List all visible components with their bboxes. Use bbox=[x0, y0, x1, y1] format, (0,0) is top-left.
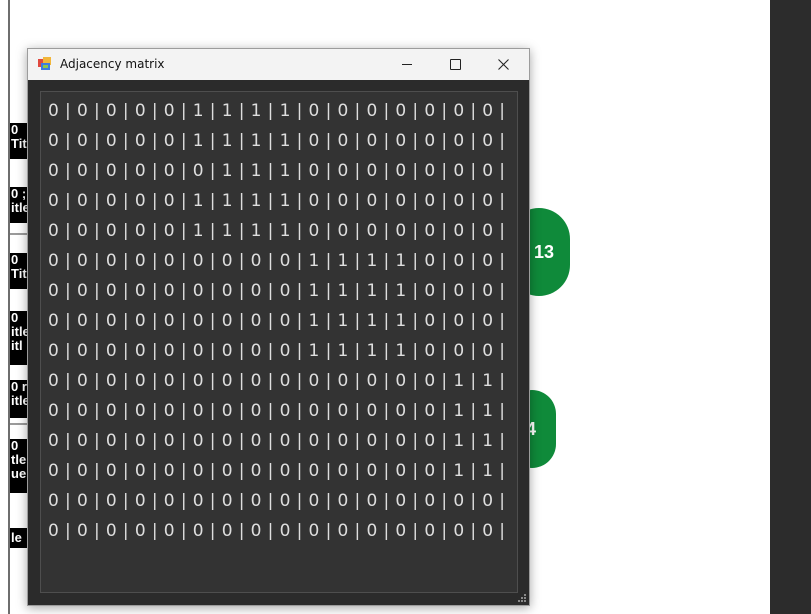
matrix-row: 0 | 0 | 0 | 0 | 0 | 1 | 1 | 1 | 1 | 0 | … bbox=[48, 131, 506, 151]
matrix-row: 0 | 0 | 0 | 0 | 0 | 0 | 1 | 1 | 1 | 0 | … bbox=[48, 161, 506, 181]
matrix-row: 0 | 0 | 0 | 0 | 0 | 1 | 1 | 1 | 1 | 0 | … bbox=[48, 191, 506, 211]
node-label: 13 bbox=[534, 241, 555, 262]
matrix-row: 0 | 0 | 0 | 0 | 0 | 0 | 0 | 0 | 0 | 0 | … bbox=[48, 371, 506, 391]
right-side-panel bbox=[770, 0, 811, 614]
matrix-row: 0 | 0 | 0 | 0 | 0 | 0 | 0 | 0 | 0 | 1 | … bbox=[48, 251, 506, 271]
matrix-row: 0 | 0 | 0 | 0 | 0 | 0 | 0 | 0 | 0 | 0 | … bbox=[48, 491, 506, 511]
maximize-button[interactable] bbox=[432, 49, 478, 80]
matrix-text-area[interactable]: 0 | 0 | 0 | 0 | 0 | 1 | 1 | 1 | 1 | 0 | … bbox=[40, 91, 518, 593]
window-title: Adjacency matrix bbox=[60, 57, 165, 71]
minimize-icon bbox=[402, 64, 412, 65]
matrix-row: 0 | 0 | 0 | 0 | 0 | 0 | 0 | 0 | 0 | 1 | … bbox=[48, 341, 506, 361]
matrix-row: 0 | 0 | 0 | 0 | 0 | 0 | 0 | 0 | 0 | 1 | … bbox=[48, 281, 506, 301]
close-icon bbox=[497, 59, 509, 70]
matrix-row: 0 | 0 | 0 | 0 | 0 | 1 | 1 | 1 | 1 | 0 | … bbox=[48, 221, 506, 241]
close-button[interactable] bbox=[480, 49, 526, 80]
matrix-row: 0 | 0 | 0 | 0 | 0 | 0 | 0 | 0 | 0 | 0 | … bbox=[48, 461, 506, 481]
adjacency-matrix: 0 | 0 | 0 | 0 | 0 | 1 | 1 | 1 | 1 | 0 | … bbox=[48, 96, 505, 546]
title-bar[interactable]: Adjacency matrix bbox=[28, 49, 529, 80]
matrix-row: 0 | 0 | 0 | 0 | 0 | 0 | 0 | 0 | 0 | 0 | … bbox=[48, 521, 506, 541]
minimize-button[interactable] bbox=[384, 49, 430, 80]
resize-grip-icon[interactable] bbox=[517, 593, 527, 603]
maximize-icon bbox=[449, 59, 461, 70]
matrix-row: 0 | 0 | 0 | 0 | 0 | 0 | 0 | 0 | 0 | 1 | … bbox=[48, 311, 506, 331]
adjacency-matrix-window[interactable]: Adjacency matrix 0 | 0 | 0 | 0 | 0 | 1 |… bbox=[27, 48, 530, 606]
matrix-row: 0 | 0 | 0 | 0 | 0 | 0 | 0 | 0 | 0 | 0 | … bbox=[48, 431, 506, 451]
matrix-row: 0 | 0 | 0 | 0 | 0 | 1 | 1 | 1 | 1 | 0 | … bbox=[48, 101, 506, 121]
matrix-row: 0 | 0 | 0 | 0 | 0 | 0 | 0 | 0 | 0 | 0 | … bbox=[48, 401, 506, 421]
canvas-divider bbox=[8, 0, 10, 614]
app-icon bbox=[38, 57, 51, 70]
